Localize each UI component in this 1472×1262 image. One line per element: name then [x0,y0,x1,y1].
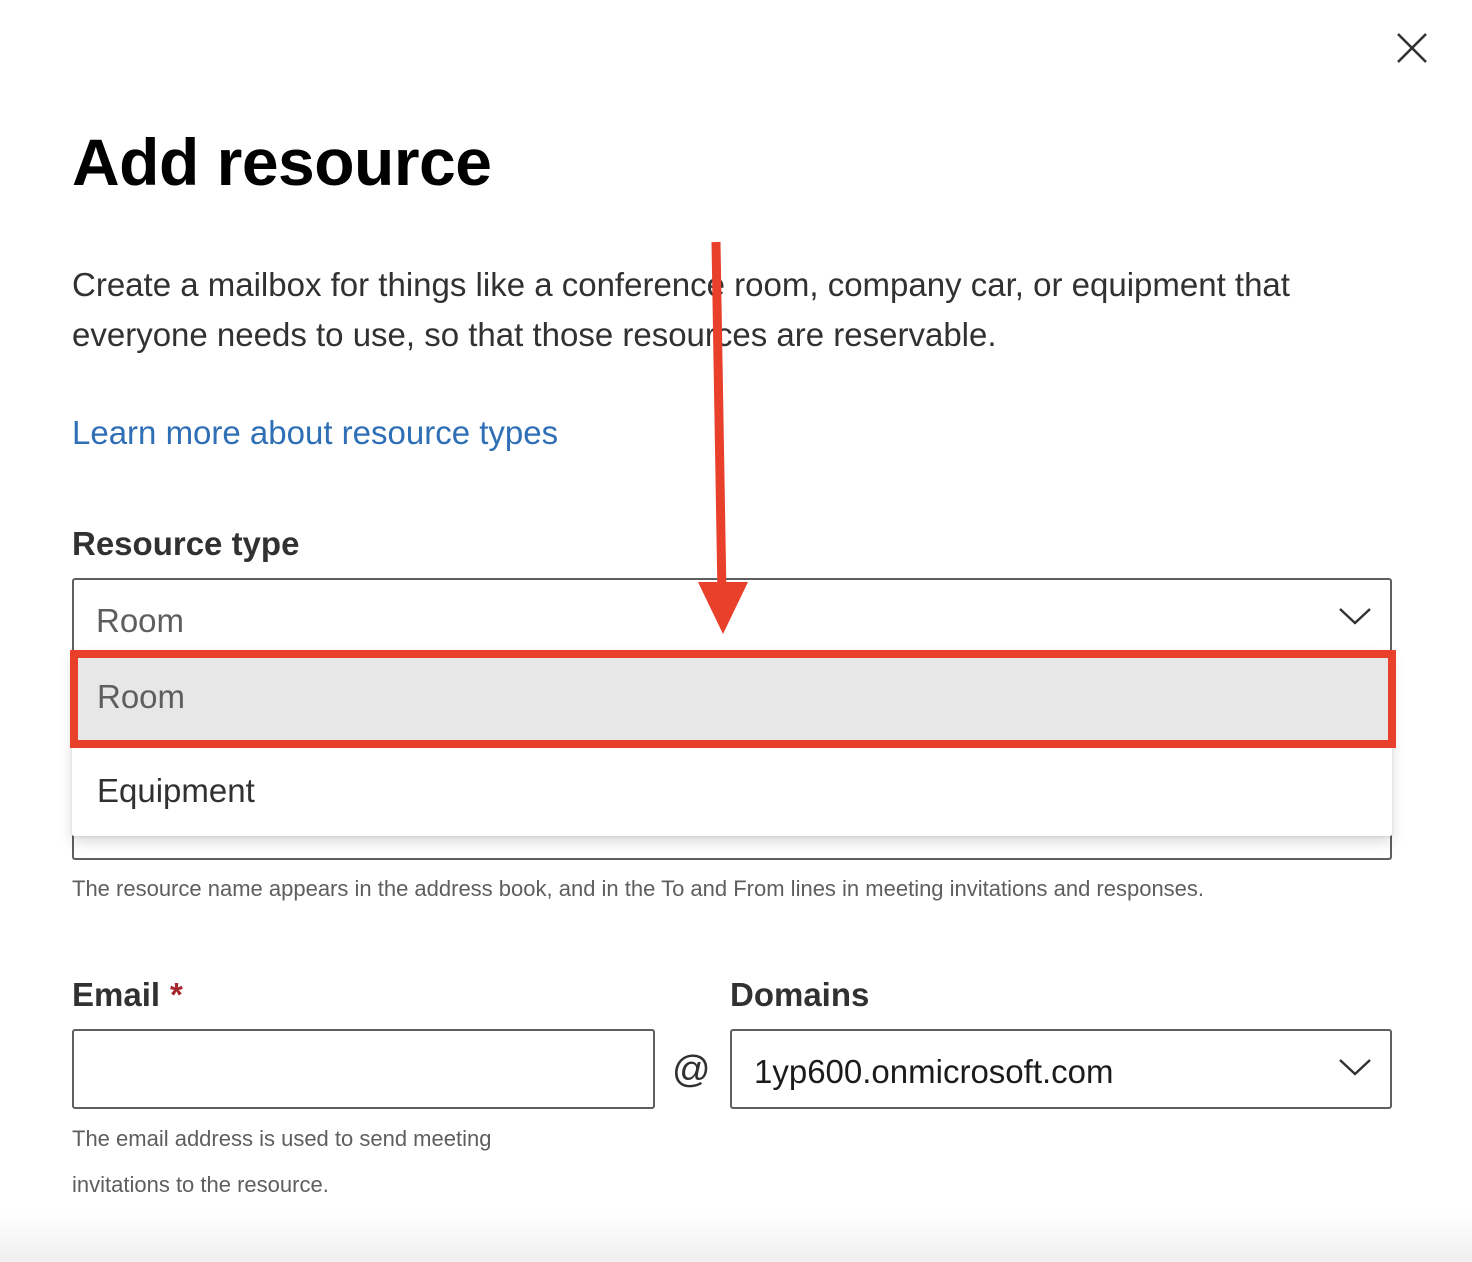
email-label-text: Email [72,976,161,1013]
domains-selected-value: 1yp600.onmicrosoft.com [754,1053,1114,1090]
dropdown-option-equipment[interactable]: Equipment [72,746,1392,836]
bottom-shadow [0,1212,1472,1262]
domains-select[interactable]: 1yp600.onmicrosoft.com [730,1029,1392,1109]
close-icon [1397,33,1427,63]
resource-type-label: Resource type [72,525,300,562]
dropdown-option-room[interactable]: Room [72,652,1392,742]
email-field[interactable] [72,1029,655,1109]
chevron-down-icon [1339,608,1371,625]
resource-type-dropdown: Room Equipment [72,652,1392,836]
resource-type-selected-value: Room [96,602,185,639]
email-hint: The email address is used to send meetin… [72,1126,492,1197]
learn-more-link[interactable]: Learn more about resource types [72,410,558,456]
dialog-description: Create a mailbox for things like a confe… [72,266,1290,353]
required-marker: * [170,976,183,1013]
close-button[interactable] [1394,30,1430,66]
at-sign: @ [672,1049,711,1091]
email-input[interactable] [74,1031,653,1107]
domains-label: Domains [730,976,870,1013]
resource-type-select[interactable]: Room [72,578,1392,660]
resource-name-hint: The resource name appears in the address… [72,876,1205,901]
page-title: Add resource [72,125,492,199]
email-label: Email * [72,975,183,1015]
chevron-down-icon [1339,1059,1371,1076]
